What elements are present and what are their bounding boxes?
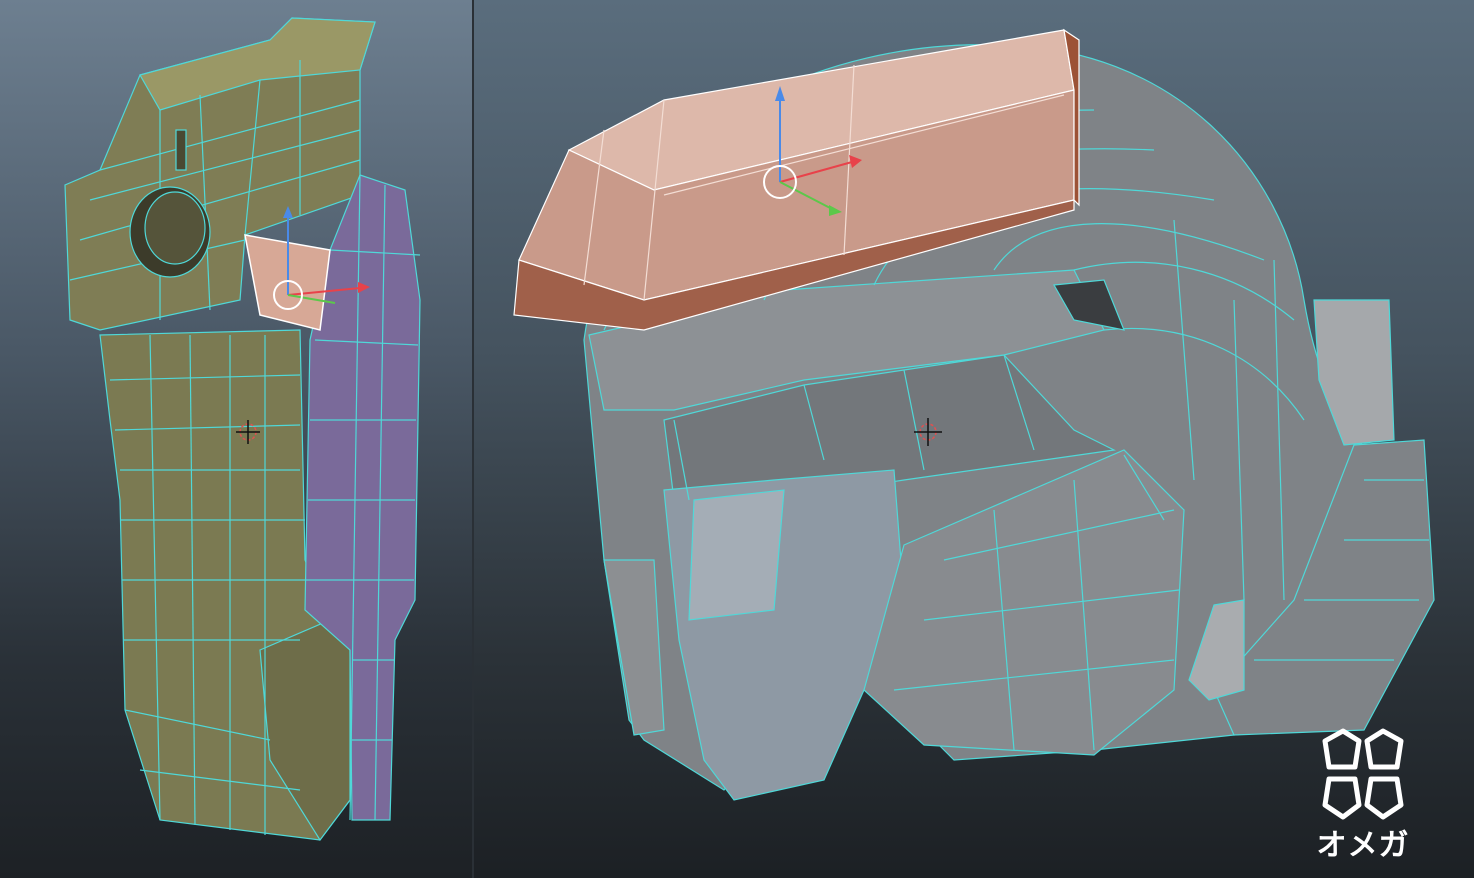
torso-canvas[interactable] (0, 0, 472, 878)
torso-viewport[interactable] (0, 0, 472, 878)
four-pentagon-logo-icon (1322, 728, 1404, 820)
helmet-viewport[interactable]: オメガ (474, 0, 1474, 878)
brand-logo: オメガ (1308, 727, 1418, 864)
screen: オメガ (0, 0, 1474, 878)
brand-logo-text: オメガ (1316, 828, 1410, 863)
